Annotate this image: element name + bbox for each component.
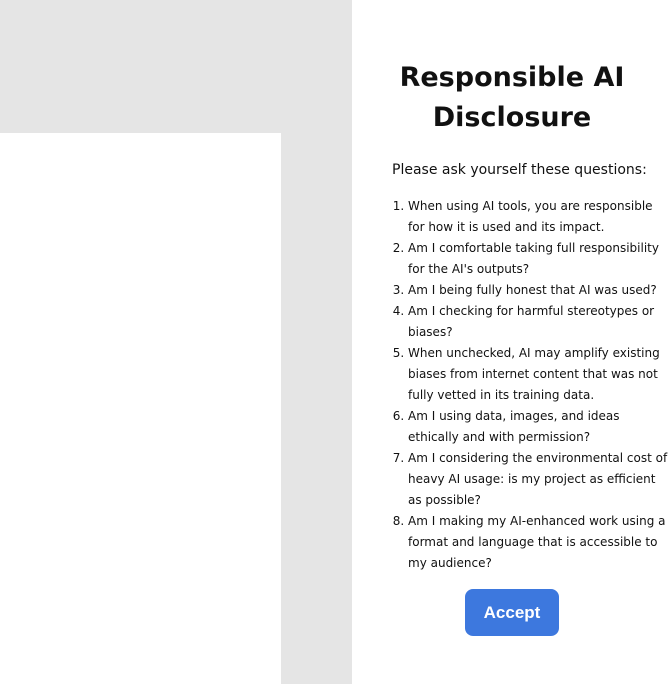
dialog-title: Responsible AI Disclosure	[399, 62, 625, 133]
question-item: Am I using data, images, and ideas ethic…	[408, 406, 668, 448]
question-item: When unchecked, AI may amplify existing …	[408, 343, 668, 406]
dialog-intro: Please ask yourself these questions:	[392, 162, 647, 178]
question-item: When using AI tools, you are responsible…	[408, 196, 668, 238]
responsible-ai-dialog: Responsible AI Disclosure Please ask you…	[352, 0, 668, 684]
question-list: When using AI tools, you are responsible…	[392, 196, 668, 574]
question-item: Am I checking for harmful stereotypes or…	[408, 301, 668, 343]
question-item: Am I making my AI-enhanced work using a …	[408, 511, 668, 574]
question-item: Am I comfortable taking full responsibil…	[408, 238, 668, 280]
question-item: Am I considering the environmental cost …	[408, 448, 668, 511]
question-item: Am I being fully honest that AI was used…	[408, 280, 668, 301]
accept-button[interactable]: Accept	[465, 589, 559, 636]
background-panel	[0, 133, 281, 684]
